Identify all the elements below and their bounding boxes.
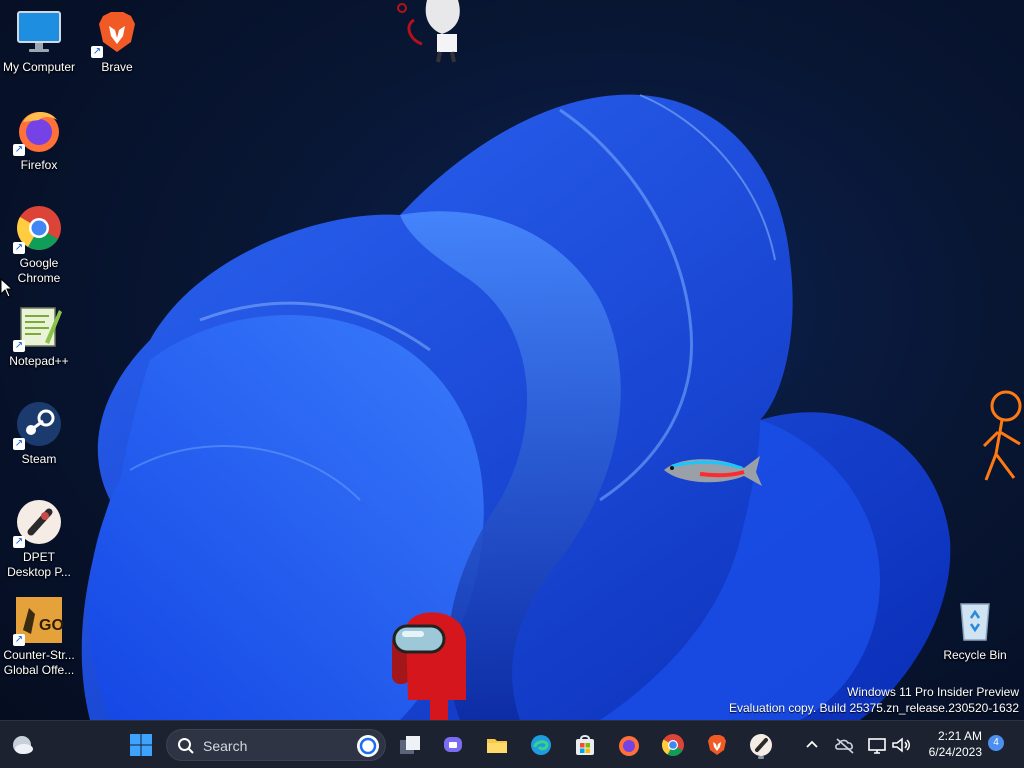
clock-time: 2:21 AM (937, 729, 982, 743)
notification-badge[interactable]: 4 (988, 735, 1004, 751)
monitor-icon (15, 8, 63, 56)
taskbar: Search 2:21 AM 6/24/2023 (0, 720, 1024, 768)
desktop-icon-steam[interactable]: ↗ Steam (0, 400, 78, 467)
csgo-icon: GO ↗ (13, 596, 64, 646)
bloom-wallpaper (81, 94, 951, 720)
firefox-taskbar-button[interactable] (613, 729, 645, 761)
desktop-icon-label: Recycle Bin (943, 648, 1007, 662)
desktop-icon-google-chrome[interactable]: ↗ Google Chrome (0, 204, 78, 286)
chrome-icon (662, 734, 684, 756)
desktop-icon-label: Brave (101, 60, 133, 74)
clock-button[interactable]: 2:21 AM 6/24/2023 (920, 727, 982, 763)
evaluation-watermark: Windows 11 Pro Insider Preview Evaluatio… (729, 684, 1019, 716)
search-icon (178, 738, 194, 754)
file-explorer-icon (487, 739, 507, 753)
desktop: My Computer ↗ Brave ↗ Firefox ↗ Google C… (0, 0, 1024, 720)
svg-text:GO: GO (39, 617, 63, 634)
bing-icon (357, 735, 379, 757)
shortcut-arrow-icon: ↗ (13, 144, 25, 156)
task-view-button[interactable] (394, 729, 426, 761)
desktop-icon-csgo[interactable]: GO ↗ Counter-Str... Global Offe... (0, 596, 78, 678)
firefox-icon (619, 736, 639, 756)
desktop-icon-label: Counter-Str... Global Offe... (3, 648, 75, 677)
among-us-crewmate-sprite (392, 612, 466, 720)
anime-character-sprite (397, 0, 460, 63)
chrome-icon: ↗ (13, 204, 63, 254)
desktop-icon-label: Firefox (20, 158, 58, 172)
brave-icon (708, 735, 726, 755)
edge-button[interactable] (525, 729, 557, 761)
weather-cloud-icon (13, 736, 33, 754)
search-placeholder: Search (203, 738, 248, 754)
desktop-icon-label: Steam (21, 452, 57, 466)
teams-chat-button[interactable] (437, 729, 469, 761)
watermark-line-1: Windows 11 Pro Insider Preview (847, 685, 1019, 699)
chrome-taskbar-button[interactable] (657, 729, 689, 761)
clock-date: 6/24/2023 (928, 745, 982, 759)
show-hidden-icons-button[interactable] (800, 729, 824, 761)
teams-chat-icon (444, 737, 462, 752)
shortcut-arrow-icon: ↗ (13, 634, 25, 646)
shortcut-arrow-icon: ↗ (13, 438, 25, 450)
desktop-icon-label: DPET Desktop P... (7, 550, 71, 579)
stick-figure-sprite (982, 390, 1022, 481)
edge-icon (531, 735, 551, 755)
brave-lion-icon: ↗ (91, 8, 141, 58)
dpet-icon (750, 734, 772, 756)
running-indicator (758, 756, 764, 759)
desktop-icon-notepadpp[interactable]: ↗ Notepad++ (0, 302, 78, 369)
dpet-icon: ↗ (13, 498, 63, 548)
desktop-icon-dpet[interactable]: ↗ DPET Desktop P... (0, 498, 78, 580)
firefox-icon: ↗ (13, 106, 63, 156)
volume-icon (892, 737, 910, 753)
desktop-icon-firefox[interactable]: ↗ Firefox (0, 106, 78, 173)
file-explorer-button[interactable] (481, 729, 513, 761)
start-icon (130, 734, 152, 756)
desktop-icon-label: My Computer (2, 60, 76, 74)
recycle-bin-icon (951, 596, 999, 644)
onedrive-button[interactable] (832, 729, 858, 761)
desktop-icon-recycle-bin[interactable]: Recycle Bin (936, 596, 1014, 663)
task-view-icon (400, 736, 420, 754)
watermark-line-2: Evaluation copy. Build 25375.zn_release.… (729, 701, 1019, 715)
shortcut-arrow-icon: ↗ (13, 242, 25, 254)
shortcut-arrow-icon: ↗ (91, 46, 103, 58)
steam-icon: ↗ (13, 400, 63, 450)
notepadpp-icon: ↗ (13, 302, 63, 352)
onedrive-offline-icon (835, 738, 854, 754)
store-icon (576, 735, 594, 755)
shortcut-arrow-icon: ↗ (13, 340, 25, 352)
desktop-icon-label: Notepad++ (9, 354, 69, 368)
chevron-up-icon (806, 740, 818, 748)
network-icon (868, 738, 886, 754)
start-button[interactable] (125, 729, 157, 761)
brave-taskbar-button[interactable] (701, 729, 733, 761)
neon-tetra-fish-sprite (664, 456, 762, 486)
shortcut-arrow-icon: ↗ (13, 536, 25, 548)
desktop-icon-brave[interactable]: ↗ Brave (78, 8, 156, 75)
taskbar-search-box[interactable]: Search (166, 729, 386, 761)
store-button[interactable] (569, 729, 601, 761)
desktop-icon-my-computer[interactable]: My Computer (0, 8, 78, 75)
volume-button[interactable] (888, 729, 914, 761)
dpet-taskbar-button[interactable] (745, 729, 777, 761)
widgets-button[interactable] (6, 729, 38, 761)
mouse-cursor-icon (0, 278, 12, 298)
network-button[interactable] (864, 729, 890, 761)
